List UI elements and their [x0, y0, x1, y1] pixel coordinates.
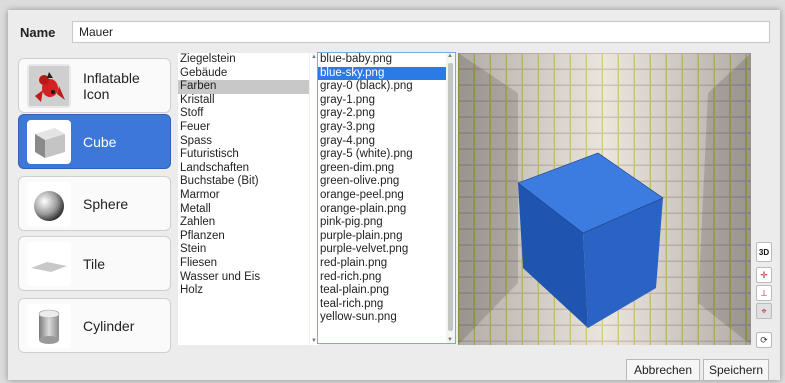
category-item[interactable]: Landschaften — [178, 162, 309, 176]
shape-label: Cylinder — [83, 317, 135, 334]
shape-label: Tile — [83, 255, 106, 272]
move-icon[interactable]: ✛ — [756, 267, 772, 283]
name-input[interactable] — [72, 21, 770, 43]
tile-icon — [27, 241, 71, 286]
category-item[interactable]: Fliesen — [178, 257, 309, 271]
shape-button-inflatable-icon[interactable]: Inflatable Icon — [18, 58, 171, 113]
shape-label: Sphere — [83, 195, 129, 212]
file-item-selected[interactable]: blue-sky.png — [318, 66, 455, 81]
cube-icon — [27, 119, 71, 164]
category-item[interactable]: Holz — [178, 284, 309, 298]
shape-editor-dialog: Name Inflatable Icon Cube — [8, 10, 780, 381]
file-item[interactable]: teal-plain.png — [318, 284, 455, 298]
name-label: Name — [20, 24, 56, 40]
file-item[interactable]: gray-4.png — [318, 135, 455, 149]
inflatable-icon — [27, 63, 71, 108]
category-item[interactable]: Futuristisch — [178, 148, 309, 162]
category-item[interactable]: Marmor — [178, 189, 309, 203]
file-item[interactable]: green-dim.png — [318, 162, 455, 176]
file-item[interactable]: purple-velvet.png — [318, 243, 455, 257]
file-list[interactable]: blue-baby.png blue-sky.png gray-0 (black… — [317, 52, 456, 344]
rotate-icon[interactable]: ⌖ — [756, 303, 772, 319]
cancel-button[interactable]: Abbrechen — [626, 359, 700, 381]
shape-label: Inflatable Icon — [82, 69, 140, 102]
category-item[interactable]: Feuer — [178, 121, 309, 135]
sphere-icon — [27, 181, 71, 226]
file-scrollbar[interactable]: ▲ ▼ — [446, 53, 455, 343]
file-item[interactable]: gray-0 (black).png — [318, 80, 455, 94]
category-item[interactable]: Gebäude — [178, 67, 309, 81]
view-3d-icon[interactable]: 3D — [756, 242, 772, 262]
file-item[interactable]: blue-baby.png — [318, 53, 455, 67]
name-row: Name — [20, 20, 72, 44]
category-item[interactable]: Kristall — [178, 94, 309, 108]
save-button[interactable]: Speichern — [703, 359, 769, 381]
file-item[interactable]: red-rich.png — [318, 271, 455, 285]
shape-button-tile[interactable]: Tile — [18, 236, 171, 291]
file-item[interactable]: red-plain.png — [318, 257, 455, 271]
category-item[interactable]: Stoff — [178, 107, 309, 121]
category-item[interactable]: Metall — [178, 203, 309, 217]
category-item[interactable]: Spass — [178, 135, 309, 149]
file-item[interactable]: orange-peel.png — [318, 189, 455, 203]
category-item[interactable]: Pflanzen — [178, 230, 309, 244]
3d-preview-viewport[interactable] — [458, 53, 751, 345]
category-item-selected[interactable]: Farben — [178, 80, 309, 94]
scroll-down-icon[interactable]: ▼ — [447, 337, 453, 343]
file-item[interactable]: gray-1.png — [318, 94, 455, 108]
category-item[interactable]: Ziegelstein — [178, 53, 309, 67]
shape-button-sphere[interactable]: Sphere — [18, 176, 171, 231]
category-item[interactable]: Zahlen — [178, 216, 309, 230]
file-item[interactable]: purple-plain.png — [318, 230, 455, 244]
file-item[interactable]: yellow-sun.png — [318, 311, 455, 325]
file-item[interactable]: gray-2.png — [318, 107, 455, 121]
cylinder-icon — [27, 303, 71, 348]
shape-button-cylinder[interactable]: Cylinder — [18, 298, 171, 353]
category-item[interactable]: Buchstabe (Bit) — [178, 175, 309, 189]
file-item[interactable]: gray-5 (white).png — [318, 148, 455, 162]
category-item[interactable]: Wasser und Eis — [178, 271, 309, 285]
file-item[interactable]: green-olive.png — [318, 175, 455, 189]
file-item[interactable]: gray-3.png — [318, 121, 455, 135]
reset-view-icon[interactable]: ⟳ — [756, 332, 772, 348]
scroll-thumb[interactable] — [448, 63, 453, 331]
category-list[interactable]: Ziegelstein Gebäude Farben Kristall Stof… — [178, 53, 309, 345]
scale-icon[interactable]: ⟂ — [756, 285, 772, 301]
category-item[interactable]: Stein — [178, 243, 309, 257]
file-item[interactable]: pink-pig.png — [318, 216, 455, 230]
shape-label: Cube — [83, 133, 117, 150]
file-item[interactable]: orange-plain.png — [318, 203, 455, 217]
scroll-up-icon[interactable]: ▲ — [447, 53, 453, 59]
file-item[interactable]: teal-rich.png — [318, 298, 455, 312]
shape-button-cube[interactable]: Cube — [18, 114, 171, 169]
